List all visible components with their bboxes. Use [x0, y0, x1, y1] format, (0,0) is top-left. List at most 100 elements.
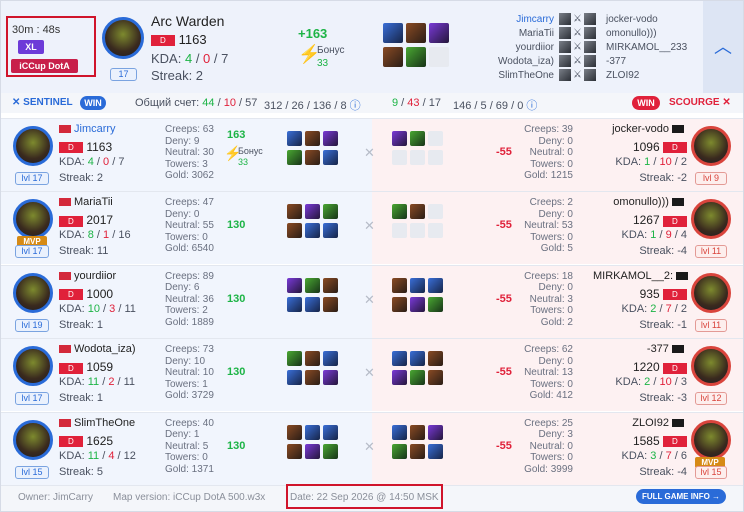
player-name[interactable]: MariaTii: [74, 196, 113, 208]
hero-avatar[interactable]: [691, 346, 731, 387]
item-icon[interactable]: [428, 424, 443, 440]
item-icon[interactable]: [410, 296, 425, 312]
rating-gain: 130: [227, 292, 246, 305]
stat-line: Neutral: 55: [165, 220, 214, 232]
streak: Streak: 1: [59, 318, 104, 331]
item-icon[interactable]: [410, 351, 425, 367]
item-icon[interactable]: [428, 296, 443, 312]
player-list-right-2[interactable]: MIRKAMOL__233: [606, 42, 687, 53]
item-icon[interactable]: [323, 223, 338, 239]
item-icon[interactable]: [287, 370, 302, 386]
player-name-line: yourdiior: [59, 270, 116, 282]
item-icon[interactable]: [323, 204, 338, 220]
item-icon[interactable]: [305, 204, 320, 220]
item-icon[interactable]: [392, 443, 407, 459]
hero-avatar[interactable]: [13, 272, 53, 313]
mode-badge: iCCup DotA: [11, 59, 78, 73]
item-icon[interactable]: [305, 424, 320, 440]
country-flag-icon: [59, 271, 71, 280]
player-name[interactable]: omonullo))): [613, 196, 669, 208]
item-icon[interactable]: [323, 150, 338, 165]
item-icon[interactable]: [287, 351, 302, 367]
player-list-left-1[interactable]: MariaTii: [506, 28, 554, 39]
item-icon[interactable]: [410, 443, 425, 459]
full-game-info-button[interactable]: FULL GAME INFO →: [636, 489, 726, 504]
player-list-right-1[interactable]: omonullo))): [606, 28, 657, 39]
empty-item-slot: [429, 47, 449, 67]
item-icon[interactable]: [287, 204, 302, 220]
item-icon[interactable]: [392, 370, 407, 386]
player-name[interactable]: Jimcarry: [74, 123, 116, 135]
item-icon[interactable]: [410, 370, 425, 386]
empty-item-slot: [410, 150, 425, 165]
player-list-left-3[interactable]: Wodota_iza): [486, 56, 554, 67]
item-icon[interactable]: [305, 370, 320, 386]
player-rating: 1267: [632, 213, 660, 228]
item-icon[interactable]: [305, 351, 320, 367]
player-name[interactable]: ZLOI92: [632, 417, 669, 429]
streak: Streak: 11: [59, 245, 109, 258]
player-list-right-4[interactable]: ZLOI92: [606, 70, 639, 81]
item-icon[interactable]: [287, 443, 302, 459]
collapse-chevron-icon[interactable]: ︿: [703, 1, 743, 93]
item-icon[interactable]: [392, 131, 407, 146]
stat-line: Gold: 1371: [165, 463, 214, 475]
item-icon[interactable]: [392, 296, 407, 312]
item-icon[interactable]: [305, 296, 320, 312]
item-icon[interactable]: [305, 131, 320, 146]
hero-avatar[interactable]: [13, 126, 53, 166]
item-icon[interactable]: [323, 277, 338, 293]
item-icon[interactable]: [410, 131, 425, 146]
item-icon[interactable]: [305, 443, 320, 459]
item-icon[interactable]: [428, 351, 443, 367]
hero-avatar[interactable]: [691, 126, 731, 166]
item-icon[interactable]: [287, 424, 302, 440]
item-icon[interactable]: [392, 204, 407, 220]
stat-line: Deny: 6: [165, 282, 200, 294]
item-icon[interactable]: [323, 370, 338, 386]
dota-flag-icon: [663, 289, 687, 301]
item-icon[interactable]: [428, 370, 443, 386]
item-icon[interactable]: [392, 424, 407, 440]
player-list-right-0[interactable]: jocker-vodo: [606, 14, 658, 25]
item-icon[interactable]: [305, 223, 320, 239]
player-list-left-0[interactable]: Jimcarry: [516, 14, 554, 25]
hero-avatar[interactable]: [691, 419, 731, 460]
player-name[interactable]: MIRKAMOL__2:: [593, 270, 673, 282]
item-icon[interactable]: [410, 424, 425, 440]
streak: Streak: -1: [639, 318, 687, 331]
item-icon[interactable]: [428, 277, 443, 293]
item-icon[interactable]: [287, 277, 302, 293]
item-icon[interactable]: [392, 351, 407, 367]
player-list-left-4[interactable]: SlimTheOne: [486, 70, 554, 81]
player-name[interactable]: yourdiior: [74, 270, 116, 282]
item-icon[interactable]: [410, 204, 425, 220]
item-icon[interactable]: [287, 131, 302, 146]
player-list-right-3[interactable]: -377: [606, 56, 626, 67]
player-list-left-2[interactable]: yourdiior: [506, 42, 554, 53]
item-icon[interactable]: [287, 223, 302, 239]
hero-avatar[interactable]: [13, 346, 53, 387]
item-icon[interactable]: [287, 296, 302, 312]
item-icon[interactable]: [428, 443, 443, 459]
hero-avatar[interactable]: [691, 272, 731, 313]
item-icon[interactable]: [323, 443, 338, 459]
item-icon[interactable]: [287, 150, 302, 165]
hero-avatar[interactable]: [13, 419, 53, 460]
player-name[interactable]: -377: [647, 343, 669, 355]
item-icon[interactable]: [323, 351, 338, 367]
player-name[interactable]: Wodota_iza): [74, 343, 136, 355]
info-icon[interactable]: ⓘ: [350, 100, 361, 112]
item-icon[interactable]: [323, 296, 338, 312]
player-name[interactable]: jocker-vodo: [612, 123, 669, 135]
item-icon[interactable]: [305, 150, 320, 165]
player-stats: Creeps: 2 Deny: 0 Neutral: 53 Towers: 0 Gold…: [521, 197, 573, 255]
item-icon[interactable]: [305, 277, 320, 293]
player-name[interactable]: SlimTheOne: [74, 417, 135, 429]
item-icon[interactable]: [410, 277, 425, 293]
hero-name: Arc Warden: [151, 13, 225, 29]
item-icon[interactable]: [392, 277, 407, 293]
item-icon[interactable]: [323, 131, 338, 146]
info-icon[interactable]: ⓘ: [526, 100, 537, 112]
item-icon[interactable]: [323, 424, 338, 440]
